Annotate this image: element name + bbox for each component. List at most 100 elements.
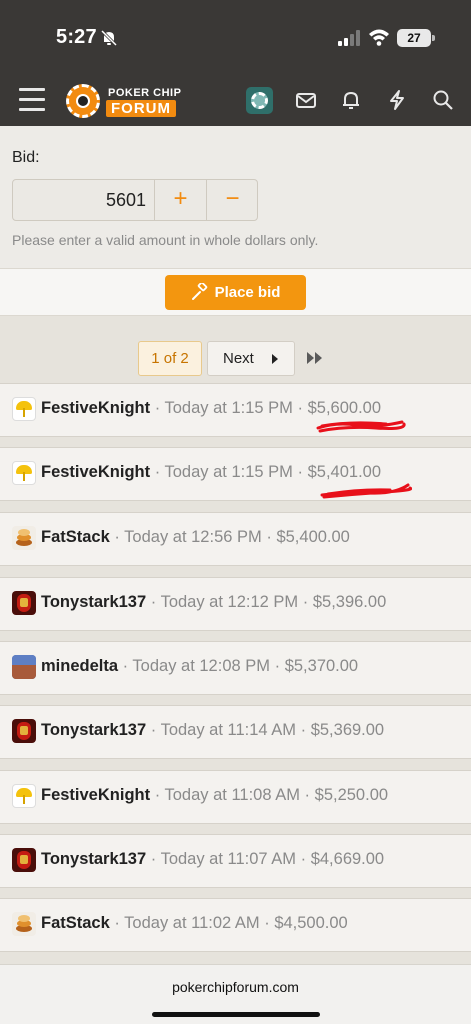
site-logo[interactable]: POKER CHIP FORUM [66,80,184,122]
current-page-button[interactable]: 1 of 2 [138,341,202,376]
umbrella-avatar[interactable] [12,461,36,485]
cellular-signal-icon [338,30,360,46]
separator-dot: · [297,463,304,481]
bell-off-icon [100,29,118,47]
red-scribble-mark [320,483,412,499]
bid-username[interactable]: FestiveKnight [41,463,150,481]
bid-username[interactable]: Tonystark137 [41,850,146,868]
next-page-button[interactable]: Next [207,341,295,376]
bid-amount-input[interactable] [13,180,154,220]
bid-username[interactable]: FatStack [41,528,110,546]
inbox-icon[interactable] [295,89,317,111]
menu-icon[interactable] [19,88,45,112]
bid-amount: $5,400.00 [276,528,350,546]
bid-amount: $5,370.00 [284,657,359,675]
home-indicator[interactable] [152,1012,320,1017]
decrement-button[interactable]: − [206,180,257,220]
bid-row-text: FestiveKnight · Today at 11:08 AM · $5,2… [41,786,388,805]
bid-time: Today at 11:02 AM [124,914,260,932]
bid-time: Today at 1:15 PM [164,399,293,417]
bid-action-bar: Place bid [0,268,471,316]
bid-username[interactable]: FestiveKnight [41,786,150,804]
wifi-icon [369,29,389,46]
bid-amount: $4,669.00 [310,850,385,868]
bid-row: Tonystark137 · Today at 11:14 AM · $5,36… [0,705,471,759]
place-bid-button[interactable]: Place bid [165,275,306,310]
logo-text-bottom: FORUM [106,100,176,117]
bid-amount: $5,369.00 [310,721,385,739]
status-bar: 5:27 27 [0,0,471,76]
search-icon[interactable] [432,89,454,111]
separator-dot: · [154,399,161,417]
bid-username[interactable]: FatStack [41,914,110,932]
bid-amount-stepper: + − [12,179,258,221]
bid-amount: $5,401.00 [307,463,382,481]
landscape-avatar[interactable] [12,655,36,679]
bid-time: Today at 11:08 AM [164,786,300,804]
next-page-label: Next [223,350,254,367]
bid-row-text: Tonystark137 · Today at 11:07 AM · $4,66… [41,850,384,869]
bid-row-text: FatStack · Today at 11:02 AM · $4,500.00 [41,914,348,933]
logo-text-top: POKER CHIP [108,87,182,99]
bid-label: Bid: [12,149,40,166]
bid-row-text: Tonystark137 · Today at 11:14 AM · $5,36… [41,721,384,740]
pagination: 1 of 2 Next [0,317,471,383]
lightning-icon[interactable] [386,89,408,111]
iron-man-avatar[interactable] [12,719,36,743]
app-header: POKER CHIP FORUM [0,76,471,126]
separator-dot: · [274,657,281,675]
bid-time: Today at 11:14 AM [160,721,297,739]
bid-time: Today at 12:08 PM [132,657,271,675]
bid-row-text: minedelta · Today at 12:08 PM · $5,370.0… [41,657,358,676]
chip-stack-avatar[interactable] [12,526,36,550]
bid-row: minedelta · Today at 12:08 PM · $5,370.0… [0,641,471,695]
bid-amount: $5,396.00 [312,593,387,611]
separator-dot: · [150,721,157,739]
browser-bar: pokerchipforum.com [0,964,471,1024]
umbrella-avatar[interactable] [12,784,36,808]
status-time: 5:27 [56,26,97,48]
bid-row-text: Tonystark137 · Today at 12:12 PM · $5,39… [41,593,386,612]
separator-dot: · [304,786,311,804]
increment-button[interactable]: + [154,180,206,220]
bid-username[interactable]: Tonystark137 [41,721,146,739]
separator-dot: · [264,914,270,932]
separator-dot: · [154,463,161,481]
separator-dot: · [114,914,120,932]
bid-time: Today at 12:56 PM [124,528,262,546]
chip-stack-avatar[interactable] [12,912,36,936]
separator-dot: · [114,528,120,546]
bid-row: FestiveKnight · Today at 11:08 AM · $5,2… [0,770,471,824]
bid-row: FatStack · Today at 12:56 PM · $5,400.00 [0,512,471,566]
user-avatar[interactable] [246,87,273,114]
red-scribble-mark [316,420,406,433]
place-bid-label: Place bid [214,284,281,301]
separator-dot: · [300,721,307,739]
bid-form: Bid: + − Please enter a valid amount in … [0,126,471,268]
bid-username[interactable]: Tonystark137 [41,593,146,611]
url-text[interactable]: pokerchipforum.com [0,979,471,995]
bid-amount: $4,500.00 [274,914,348,932]
bid-help-text: Please enter a valid amount in whole dol… [12,232,319,248]
bid-username[interactable]: minedelta [41,657,118,675]
bid-time: Today at 1:15 PM [164,463,293,481]
iron-man-avatar[interactable] [12,591,36,615]
iron-man-avatar[interactable] [12,848,36,872]
battery-nub [432,35,435,41]
umbrella-avatar[interactable] [12,397,36,421]
bid-row: Tonystark137 · Today at 11:07 AM · $4,66… [0,834,471,888]
gavel-icon [191,282,207,300]
bell-icon[interactable] [340,89,362,111]
bid-time: Today at 11:07 AM [160,850,297,868]
battery-icon: 27 [397,29,431,47]
bid-time: Today at 12:12 PM [160,593,299,611]
separator-dot: · [266,528,272,546]
caret-right-icon [272,354,278,364]
separator-dot: · [297,399,304,417]
separator-dot: · [300,850,307,868]
last-page-icon[interactable] [306,351,326,365]
poker-chip-icon [66,84,100,118]
separator-dot: · [150,850,157,868]
bid-username[interactable]: FestiveKnight [41,399,150,417]
separator-dot: · [150,593,157,611]
